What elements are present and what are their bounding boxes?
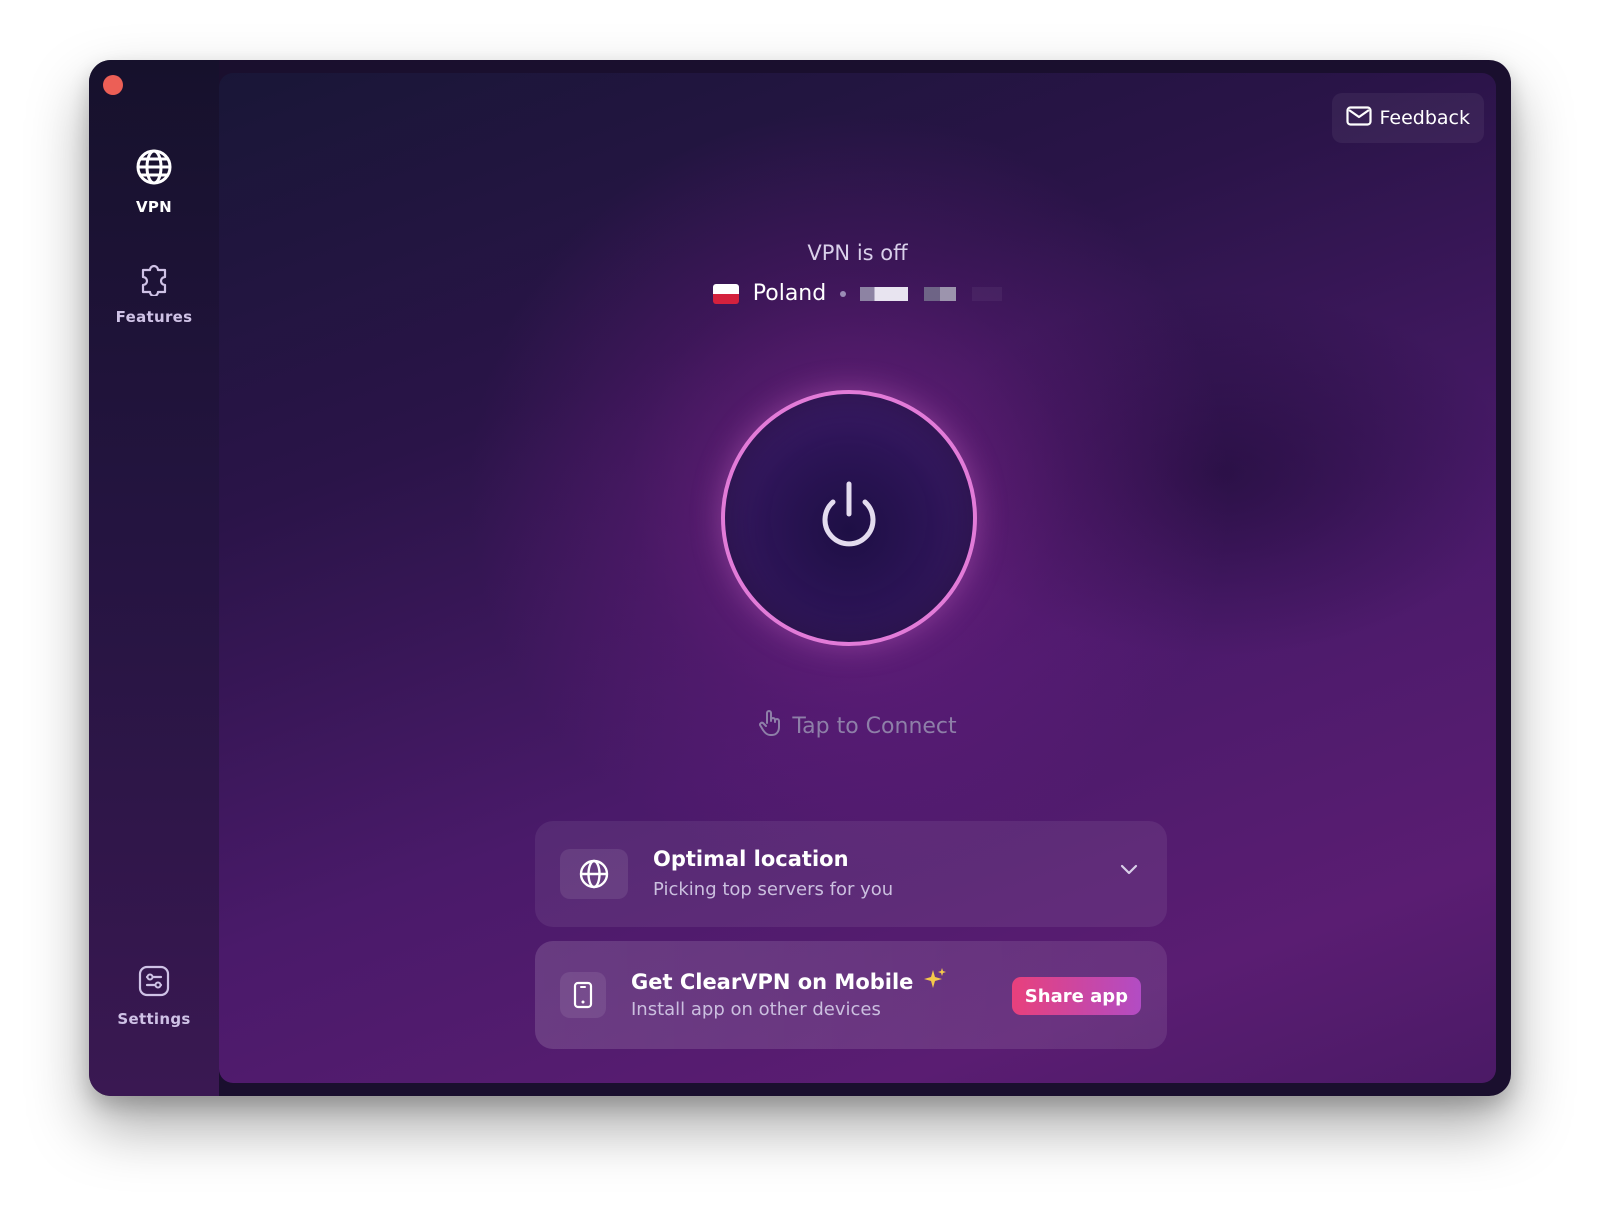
sidebar-item-vpn[interactable]: VPN xyxy=(89,148,219,216)
hand-pointer-icon xyxy=(758,709,784,743)
feedback-label: Feedback xyxy=(1379,107,1470,129)
globe-icon xyxy=(560,849,628,899)
tap-hint-label: Tap to Connect xyxy=(792,713,957,739)
sidebar-item-features[interactable]: Features xyxy=(89,258,219,326)
puzzle-icon xyxy=(89,258,219,300)
share-app-button[interactable]: Share app xyxy=(1011,977,1141,1015)
connect-power-button[interactable] xyxy=(721,390,977,646)
sidebar-item-settings[interactable]: Settings xyxy=(89,964,219,1028)
ip-address-redacted xyxy=(860,286,1003,301)
sidebar: VPN Features Settings xyxy=(89,60,219,1096)
mail-icon xyxy=(1345,105,1372,131)
main-panel: Feedback VPN is off Poland Tap to Connec… xyxy=(219,73,1496,1083)
sparkle-icon xyxy=(923,967,947,996)
vpn-status-title: VPN is off xyxy=(807,241,908,265)
sidebar-item-label: Features xyxy=(115,308,193,326)
sidebar-item-label: Settings xyxy=(117,1010,191,1028)
poland-flag-icon xyxy=(712,283,739,304)
location-subtitle: Picking top servers for you xyxy=(653,879,894,900)
feedback-button[interactable]: Feedback xyxy=(1331,93,1484,143)
separator-dot xyxy=(840,290,847,297)
country-name: Poland xyxy=(752,281,827,306)
current-location: Poland xyxy=(219,281,1496,306)
settings-icon xyxy=(89,964,219,1002)
location-title: Optimal location xyxy=(653,847,849,871)
app-window: VPN Features Settings Feedback VPN is of… xyxy=(89,60,1511,1096)
mobile-card-title-row: Get ClearVPN on Mobile xyxy=(631,967,947,996)
tap-to-connect-hint: Tap to Connect xyxy=(219,709,1496,743)
mobile-card-title: Get ClearVPN on Mobile xyxy=(631,969,914,994)
window-close-button[interactable] xyxy=(103,75,123,95)
location-selector-card[interactable]: Optimal location Picking top servers for… xyxy=(535,821,1167,927)
sidebar-item-label: VPN xyxy=(135,198,173,216)
chevron-down-icon xyxy=(1119,861,1139,880)
mobile-promo-card: Get ClearVPN on Mobile Install app on ot… xyxy=(535,941,1167,1049)
power-icon xyxy=(809,476,889,560)
globe-icon xyxy=(89,148,219,190)
mobile-card-subtitle: Install app on other devices xyxy=(631,999,881,1020)
phone-icon xyxy=(560,972,606,1018)
